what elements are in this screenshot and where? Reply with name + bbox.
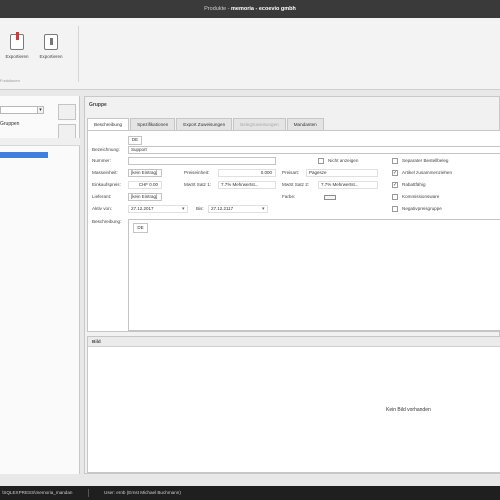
export-button[interactable]: Exportieren [0,32,34,84]
export-icon [10,32,24,50]
mwst-satz-1-label: MwSt Satz 1: [184,182,212,187]
nummer-label: Nummer: [92,158,111,163]
panel-title: Gruppe [89,102,107,108]
aktiv-von-date[interactable]: 27.12.2017 [128,205,188,213]
window-title-company: memoria - ecoevio gmbh [231,6,296,12]
nicht-anzeigen-label: Nicht anzeigen [328,158,359,163]
kommissionsware-checkbox[interactable] [392,194,398,200]
language-tab-de[interactable]: DE [128,136,142,145]
import-icon [44,34,58,50]
preisart-label: Preisart: [282,170,300,175]
bild-panel-title: Bild [88,337,500,347]
nummer-field[interactable] [128,157,276,165]
export-button-2-label: Exportieren [39,54,63,59]
mwst-satz-2-label: MwSt Satz 2: [282,182,310,187]
nicht-anzeigen-checkbox[interactable] [318,158,324,164]
status-user: User: ernb (Ernst Michael Buchmann) [104,490,181,495]
preiseinheit-field[interactable]: 0.000 [218,169,276,177]
bis-date[interactable]: 27.12.2117 [208,205,268,213]
tab-export-zuweisungen[interactable]: Export Zuweisungen [176,118,233,130]
status-separator [88,489,89,497]
group-tree-pane: ▾ Gruppen [0,96,80,474]
farbe-color-swatch[interactable] [324,195,336,200]
tab-spezifikationen[interactable]: Spezifikationen [130,118,176,130]
status-connection: \SQLEXPRESS\memoria_mandan [2,490,73,495]
lieferant-label: Lieferant: [92,194,112,199]
preiseinheit-label: Preiseinheit: [184,170,210,175]
ribbon-toolbar: Exportieren Exportieren Funktionen [0,18,500,90]
rabattfaehig-checkbox[interactable]: ✓ [392,182,398,188]
preisart-field[interactable]: Pagesze [306,169,378,177]
group-list-selected-row[interactable] [0,152,48,158]
bezeichnung-label: Bezeichnung: [92,147,120,152]
einkaufspreis-label: Einkaufspreis: [92,182,121,187]
export-button-label: Exportieren [5,54,29,59]
add-group-button[interactable] [58,104,76,120]
separater-bestellbeleg-checkbox[interactable] [392,158,398,164]
export-button-2[interactable]: Exportieren [34,34,68,84]
window-title-prefix: Produkte - [204,6,232,12]
mwst-satz-2-field[interactable]: 7.7% Mehrwertst... [318,181,378,189]
rabattfaehig-label: Rabattfähig [402,182,426,187]
aktiv-von-label: Aktiv von: [92,206,112,211]
farbe-label: Farbe: [282,194,296,199]
kommissionsware-label: Kommissionsware [402,194,440,199]
aktiv-von-dropdown-icon[interactable]: ▾ [182,206,185,212]
negativpreisgruppe-label: Negativpreisgruppe [402,206,442,211]
artikel-zusammenziehen-checkbox[interactable]: ✓ [392,170,398,176]
detail-tabs: Beschreibung Spezifikationen Export Zuwe… [87,118,324,130]
masseinheit-label: Masseinheit: [92,170,118,175]
status-bar: \SQLEXPRESS\memoria_mandan User: ernb (E… [0,486,500,500]
bild-panel: Bild Kein Bild vorhanden [87,336,500,473]
beschreibung-label: Beschreibung: [92,219,122,224]
tab-mandanten[interactable]: Mandanten [286,118,324,130]
beschreibung-editor[interactable]: DE [128,219,500,331]
group-list-header [0,138,80,146]
mwst-satz-1-field[interactable]: 7.7% Mehrwertst... [218,181,276,189]
separater-bestellbeleg-label: Separater Bestellbeleg [402,158,449,163]
einkaufspreis-field[interactable]: CHF 0.00 [128,181,162,189]
window-title-bar: Produkte - memoria - ecoevio gmbh [0,0,500,18]
bis-label: Bis: [196,206,204,211]
group-detail-panel: Gruppe Beschreibung Spezifikationen Expo… [84,96,500,474]
group-root-label[interactable]: Gruppen [0,121,19,127]
tab-belegzuweisungen: Belegzuweisungen [233,118,286,130]
artikel-zusammenziehen-label: Artikel zusammenziehen [402,170,453,175]
tab-beschreibung[interactable]: Beschreibung [87,118,130,130]
negativpreisgruppe-checkbox[interactable] [392,206,398,212]
bezeichnung-field[interactable]: Support [128,146,500,154]
beschreibung-language-tab-de[interactable]: DE [133,223,148,233]
bild-empty-message: Kein Bild vorhanden [386,407,431,413]
masseinheit-field[interactable]: [kein Eintrag] [128,169,162,177]
ribbon-separator [78,26,79,82]
beschreibung-tab-content: DE Bezeichnung: Support Nummer: Nicht an… [87,130,500,332]
ribbon-group-label: Funktionen [0,78,20,83]
bis-dropdown-icon[interactable]: ▾ [262,206,265,212]
group-filter-dropdown-button[interactable]: ▾ [37,106,44,114]
lieferant-field[interactable]: [kein Eintrag] [128,193,162,201]
